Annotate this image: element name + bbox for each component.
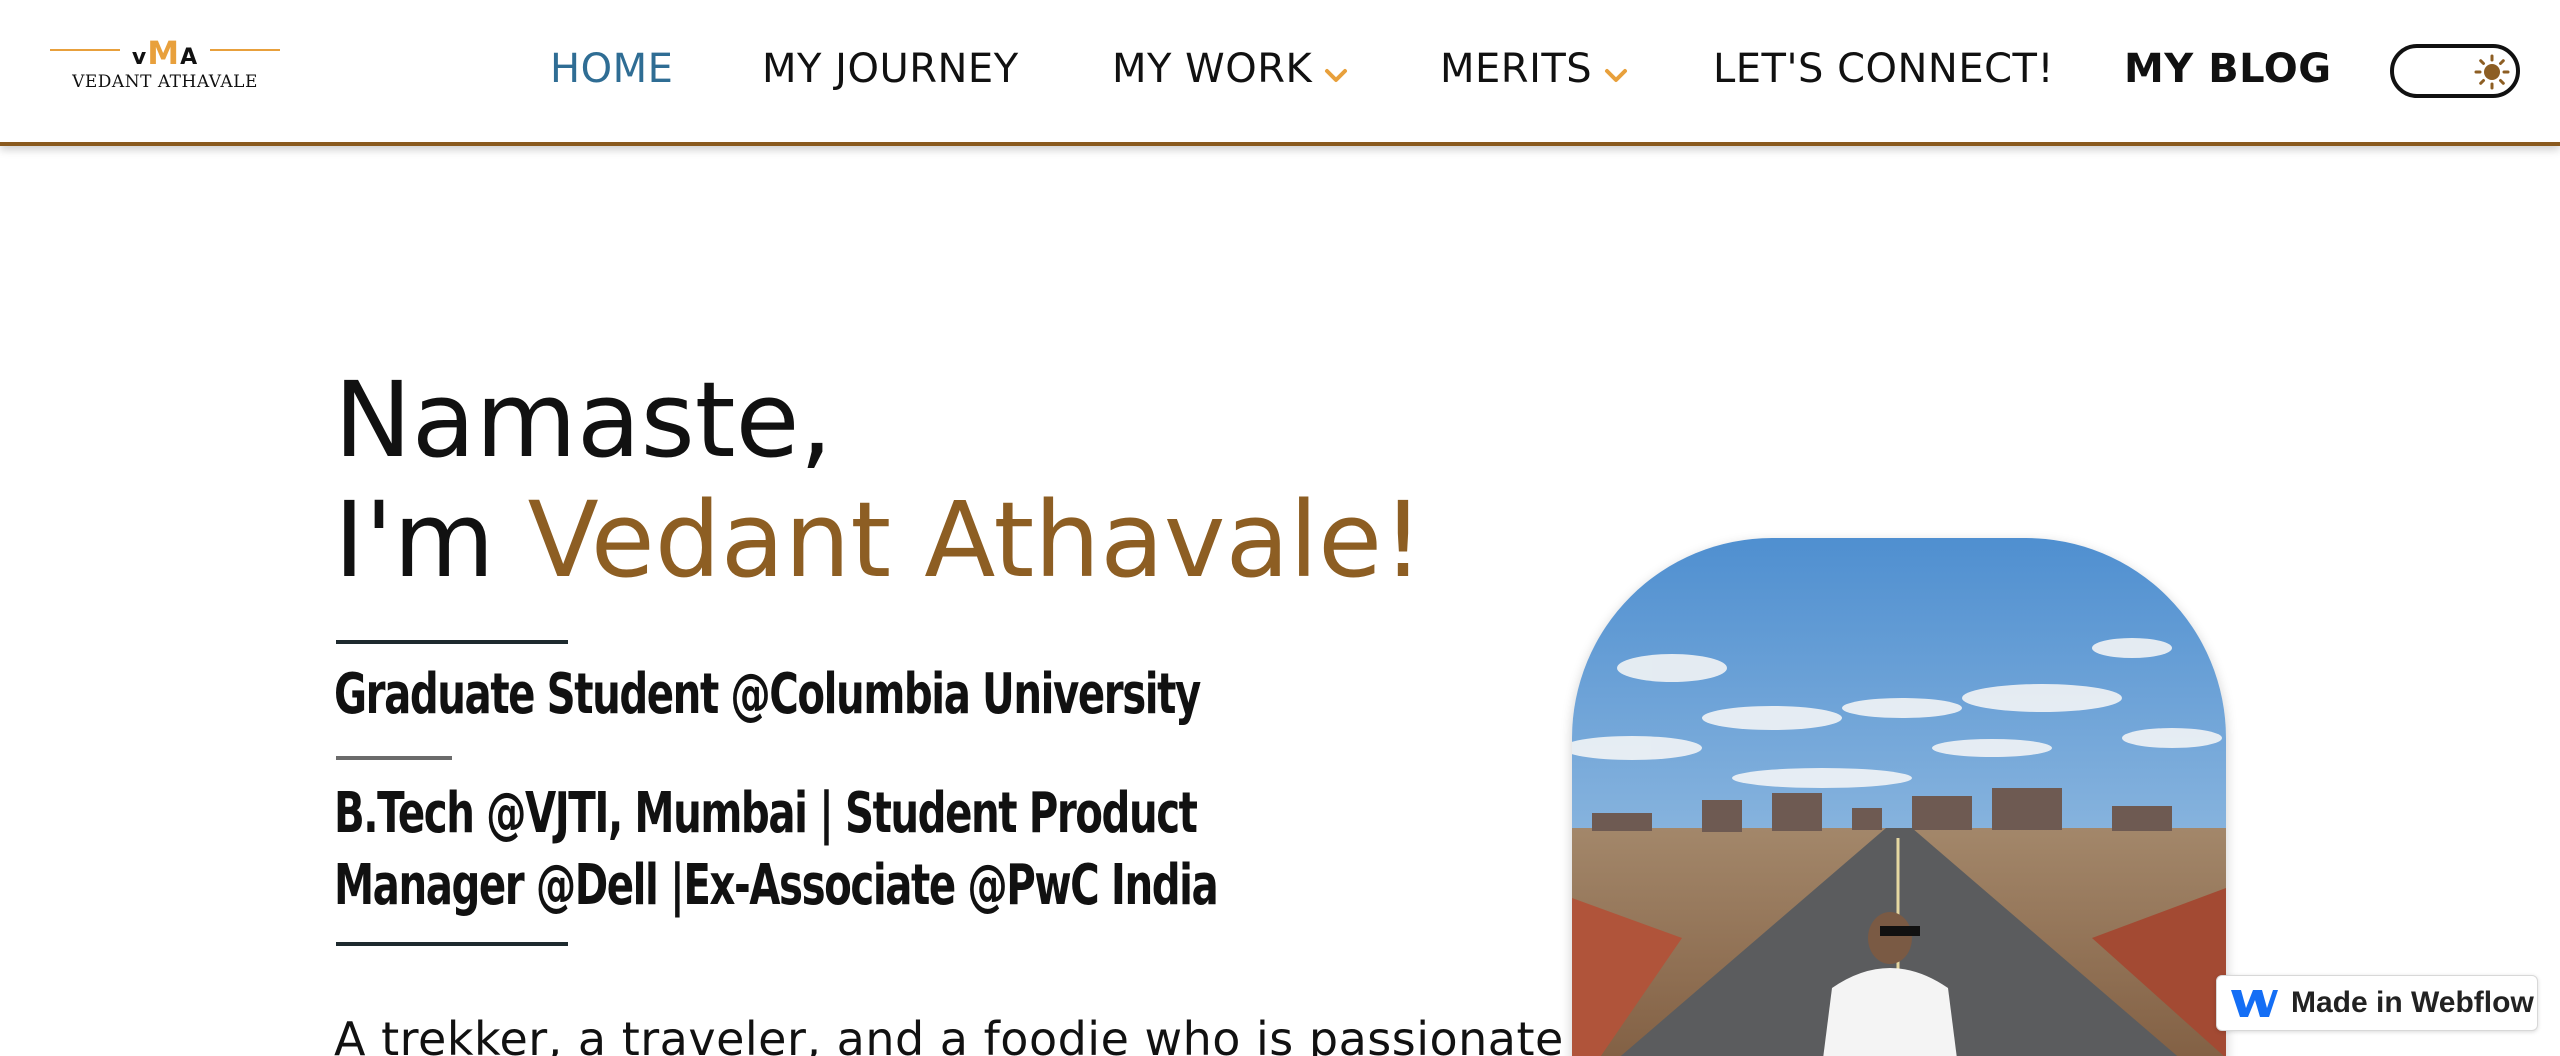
profile-photo [1572, 538, 2226, 1056]
sun-icon [2474, 54, 2510, 90]
nav-my-blog[interactable]: MY BLOG [2124, 46, 2332, 92]
hero-greeting: Namaste, I'm Vedant Athavale! [334, 360, 1424, 600]
nav-my-work[interactable]: MY WORK [1112, 46, 1348, 94]
logo-mark: vMA [131, 34, 199, 72]
nav-merits-label: MERITS [1440, 46, 1593, 92]
logo-line-right [210, 49, 280, 51]
divider-bottom [336, 942, 568, 946]
intro-name: Vedant Athavale! [527, 479, 1424, 601]
chevron-down-icon [1604, 48, 1628, 94]
bio-text: A trekker, a traveler, and a foodie who … [334, 1012, 1564, 1056]
badge-label: Made in Webflow [2291, 986, 2534, 1019]
made-in-webflow-badge[interactable]: Made in Webflow [2216, 975, 2538, 1031]
logo-name: VEDANT ATHAVALE [72, 72, 258, 92]
nav-merits[interactable]: MERITS [1440, 46, 1628, 94]
divider-middle [336, 756, 452, 760]
theme-toggle[interactable] [2390, 44, 2520, 98]
intro-prefix: I'm [334, 479, 528, 601]
intro-line: I'm Vedant Athavale! [334, 480, 1424, 600]
nav-lets-connect[interactable]: LET'S CONNECT! [1713, 46, 2054, 92]
subtitle-experience: B.Tech @VJTI, Mumbai | Student Product M… [334, 781, 1219, 918]
nav-my-work-label: MY WORK [1112, 46, 1313, 92]
chevron-down-icon [1324, 48, 1348, 94]
greeting-line: Namaste, [334, 359, 833, 481]
subtitle-education: Graduate Student @Columbia University [334, 662, 1201, 727]
site-logo[interactable]: vMA VEDANT ATHAVALE [50, 34, 280, 94]
nav-my-journey[interactable]: MY JOURNEY [762, 46, 1019, 92]
site-header: vMA VEDANT ATHAVALE HOME MY JOURNEY MY W… [0, 0, 2560, 146]
divider-top [336, 640, 568, 644]
nav-home[interactable]: HOME [550, 46, 673, 92]
webflow-logo-icon [2229, 986, 2279, 1020]
